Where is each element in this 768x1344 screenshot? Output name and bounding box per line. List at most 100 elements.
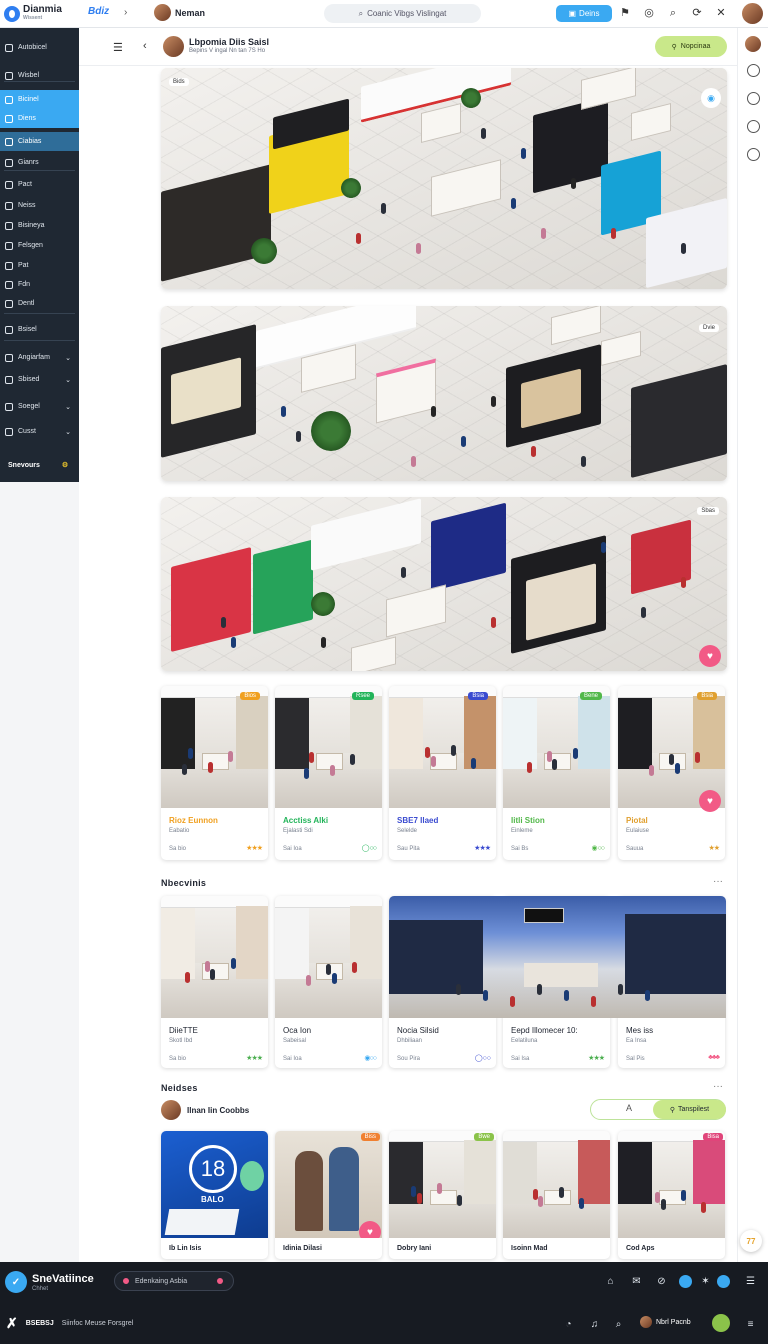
sidebar-divider xyxy=(4,81,75,82)
mute-icon[interactable]: ⊘ xyxy=(655,1275,668,1288)
sun-icon[interactable]: ◎ xyxy=(642,6,656,20)
favorite-button[interactable]: ♥ xyxy=(359,1221,381,1238)
store-photo xyxy=(275,896,382,1018)
product-card[interactable]: Bios Rioz Eunnon Eabatio Sa bio ★★★ xyxy=(161,686,268,860)
sidebar-item[interactable]: Cusst ⌄ xyxy=(0,422,79,441)
card-image xyxy=(275,896,382,1018)
info-circle-icon[interactable] xyxy=(717,1275,730,1288)
bottom-user[interactable]: Nbrl Pacnb xyxy=(640,1316,691,1328)
sidebar-item[interactable]: Ciabias xyxy=(0,132,79,151)
text-format-icon[interactable]: A xyxy=(626,1103,632,1113)
clock-icon[interactable] xyxy=(747,64,760,77)
card-image xyxy=(161,686,268,808)
product-card[interactable]: Bsia SBE7 Ilaed Selelde Sau Pita ★★★ xyxy=(389,686,496,860)
promo-card[interactable]: 18 BALO Ib Lin Isis xyxy=(161,1131,268,1259)
card-title: Acctiss Alki xyxy=(283,816,329,825)
sidebar-item[interactable]: Sbised ⌄ xyxy=(0,370,79,389)
current-user[interactable]: Neman xyxy=(154,4,205,21)
mall-scene xyxy=(161,306,727,481)
card-badge: Bwe xyxy=(474,1133,494,1141)
more-options-icon[interactable]: ··· xyxy=(713,1081,723,1092)
favorite-button[interactable]: ♥ xyxy=(699,645,721,667)
sidebar-item[interactable]: Bicinel xyxy=(0,90,79,109)
sidebar-item[interactable]: Neiss xyxy=(0,196,79,215)
search-icon[interactable]: ⌕ xyxy=(666,6,680,20)
favorite-button[interactable]: ♥ xyxy=(699,790,721,812)
more-options-icon[interactable]: ··· xyxy=(713,876,723,887)
x-logo-icon[interactable]: ✗ xyxy=(6,1315,18,1332)
help-button[interactable]: 77 xyxy=(740,1230,762,1252)
card-meta: Sa bio xyxy=(169,1056,187,1062)
sidebar-item[interactable]: Bisineya xyxy=(0,216,79,235)
chat-icon[interactable]: ✉ xyxy=(630,1275,643,1288)
product-card[interactable]: Bsia Piotal Eulaiuse Sauua ★★ ♥ xyxy=(618,686,725,860)
section-user[interactable]: Ilnan Iin Coobbs xyxy=(161,1100,249,1120)
profile-avatar[interactable] xyxy=(742,3,763,24)
menu-icon[interactable]: ☰ xyxy=(744,1275,757,1288)
clock-icon[interactable]: ◔ xyxy=(562,1318,575,1331)
mall-banner-image[interactable] xyxy=(389,896,726,1018)
primary-button[interactable]: ▣ Deins xyxy=(556,5,612,22)
sidebar-divider xyxy=(4,313,75,314)
sidebar-item-icon xyxy=(5,158,13,167)
sidebar-spacer xyxy=(0,482,79,1262)
promo-card[interactable]: Isoinn Mad xyxy=(503,1131,610,1259)
sidebar-item-icon xyxy=(5,427,13,436)
promo-card[interactable]: ♥ Biss Idinia Dilasi xyxy=(275,1131,382,1259)
settings-icon[interactable] xyxy=(747,148,760,161)
status-circle-icon[interactable] xyxy=(679,1275,692,1288)
product-card[interactable]: Rsee Acctiss Alki Ejalasti Sdi Sai Ioa ◯ ○○ xyxy=(275,686,382,860)
list-icon[interactable]: ≡ xyxy=(744,1318,757,1331)
search-icon[interactable]: ⌕ xyxy=(612,1318,625,1331)
product-card[interactable]: Bene Iitli Stion Einleme Sai Bs ◉ ○○ xyxy=(503,686,610,860)
close-icon[interactable]: ✕ xyxy=(714,6,728,20)
sidebar-item[interactable]: Dentl xyxy=(0,294,79,313)
user-name: Neman xyxy=(175,7,206,18)
sidebar-item[interactable]: Soegel ⌄ xyxy=(0,397,79,416)
user-icon[interactable]: ◉ xyxy=(701,88,721,108)
refresh-icon[interactable] xyxy=(747,120,760,133)
gift-icon[interactable]: ⌂ xyxy=(604,1275,617,1288)
sidebar-item[interactable]: Wisbel xyxy=(0,66,79,85)
brand-mark[interactable]: Bdiz xyxy=(88,6,109,17)
app-logo[interactable]: Dianmia Wissent xyxy=(4,4,79,24)
sidebar-item[interactable]: Pact xyxy=(0,175,79,194)
bottom-logo-icon[interactable]: ✓ xyxy=(5,1271,27,1293)
notification-icon[interactable]: ⚑ xyxy=(618,6,632,20)
template-button[interactable]: ⚲ Tanspilest xyxy=(653,1100,726,1119)
promo-card[interactable]: Bwe Dobry Iani xyxy=(389,1131,496,1259)
sidebar-item-icon xyxy=(5,241,13,250)
search-bar[interactable]: ⌕ Coanic Vibgs Vislingat xyxy=(324,4,481,23)
back-icon[interactable]: ‹ xyxy=(143,40,147,52)
online-avatar[interactable] xyxy=(712,1314,730,1332)
header-action-button[interactable]: ⚲ Nopcinaa xyxy=(655,36,727,57)
card-meta: Sa bio xyxy=(169,846,187,852)
hero-image-1[interactable]: Bids ◉ xyxy=(161,68,727,289)
card-image xyxy=(161,896,268,1018)
status-pill[interactable]: Edenkaing Asbia xyxy=(114,1271,234,1291)
sidebar-item[interactable]: Bsisel xyxy=(0,320,79,339)
record-icon[interactable] xyxy=(747,92,760,105)
sidebar-item[interactable]: Diens xyxy=(0,109,79,128)
sidebar-item[interactable]: Felsgen xyxy=(0,236,79,255)
sidebar-item[interactable]: Fdn xyxy=(0,275,79,294)
sidebar-footer[interactable]: Snevours ⚙ xyxy=(0,454,79,476)
sidebar-item[interactable]: Pat xyxy=(0,256,79,275)
listing-card[interactable]: DiieTTE Skotl Ibd Sa bio ★★★ xyxy=(161,896,268,1068)
settings-icon: ⚙ xyxy=(61,462,69,469)
bell-icon[interactable]: ♫ xyxy=(588,1318,601,1331)
sidebar-item[interactable]: Angiarfam ⌄ xyxy=(0,348,79,367)
hero-image-3[interactable]: Sbas ♥ xyxy=(161,497,727,671)
listing-card[interactable]: Oca Ion Sabeisal Sai Ioa ◉○○ xyxy=(275,896,382,1068)
card-image xyxy=(503,686,610,808)
avatar[interactable] xyxy=(745,36,761,52)
rating-icon: ★★★ xyxy=(246,845,263,852)
sync-icon[interactable]: ⟳ xyxy=(690,6,704,20)
menu-icon[interactable]: ☰ xyxy=(113,41,123,54)
star-icon[interactable]: ✶ xyxy=(699,1275,712,1288)
promo-card[interactable]: Bisa Cod Aps xyxy=(618,1131,725,1259)
card-title: DiieTTE xyxy=(169,1026,198,1035)
hero-image-2[interactable]: Dvie xyxy=(161,306,727,481)
store-photo xyxy=(275,686,382,808)
sidebar-item[interactable]: Autobicel xyxy=(0,38,79,57)
